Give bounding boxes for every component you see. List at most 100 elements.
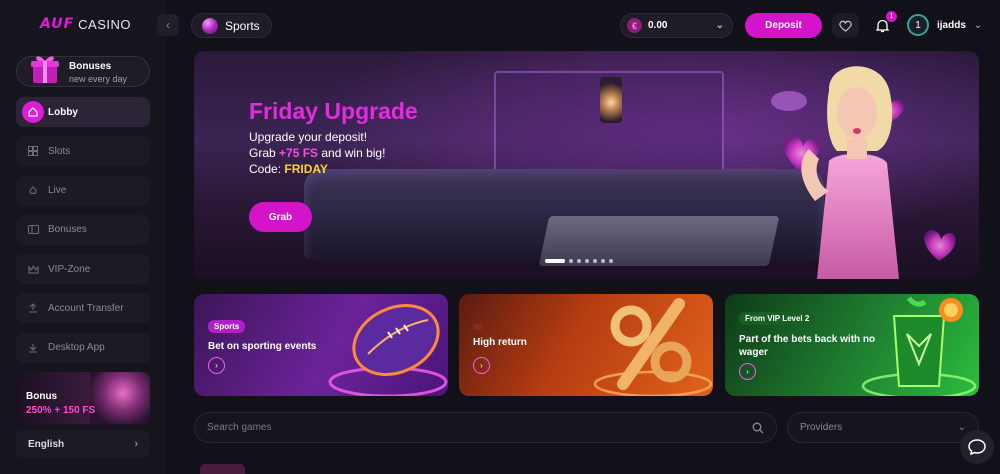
logo[interactable]: AUF CASINO [40, 16, 131, 32]
hero-line-1: Upgrade your deposit! [249, 130, 368, 144]
promo-card-cashback[interactable]: From VIP Level 2 Part of the bets back w… [725, 294, 979, 396]
hero-banner[interactable]: Friday Upgrade Upgrade your deposit! Gra… [194, 51, 979, 279]
sidebar-item-label: Slots [48, 145, 71, 157]
sidebar-item-bonuses[interactable]: Bonuses [16, 214, 150, 245]
sidebar-nav: Lobby Slots Live Bonuses VIP-Zone Accoun… [16, 97, 150, 372]
notifications-badge: 1 [886, 11, 897, 22]
sports-button[interactable]: Sports [191, 13, 272, 38]
username: ijadds [937, 19, 966, 31]
hero-line-2: Grab +75 FS and win big! [249, 145, 385, 161]
chevron-left-icon: ‹ [166, 18, 170, 32]
sports-label: Sports [225, 18, 260, 33]
sports-ball-icon [202, 17, 218, 34]
arrow-right-icon[interactable]: › [739, 363, 756, 380]
sidebar-promo-banner[interactable]: Bonus 250% + 150 FS [16, 372, 150, 424]
hero-character-image [771, 66, 956, 279]
bonuses-card-subtitle: new every day [69, 74, 128, 84]
crown-icon [22, 258, 44, 280]
sidebar-item-label: VIP-Zone [48, 263, 91, 275]
sidebar-item-desktop-app[interactable]: Desktop App [16, 332, 150, 363]
sidebar-item-slots[interactable]: Slots [16, 136, 150, 167]
card-tag: From VIP Level 2 [739, 312, 816, 325]
card-title: Part of the bets back with no wager [739, 334, 876, 358]
sidebar-item-label: Lobby [48, 106, 78, 118]
logo-casino-text: CASINO [78, 16, 131, 32]
user-menu[interactable]: 1 ijadds ⌄ [907, 14, 982, 36]
promo-character-image [90, 372, 150, 424]
hero-title: Friday Upgrade [249, 98, 418, 124]
bonuses-card[interactable]: Bonuses new every day [16, 56, 150, 87]
favorites-button[interactable] [832, 13, 859, 38]
hero-code-prefix: Code: [249, 162, 285, 176]
notifications-button[interactable]: 1 [872, 11, 897, 38]
deposit-button[interactable]: Deposit [745, 13, 822, 38]
sidebar-item-account-transfer[interactable]: Account Transfer [16, 293, 150, 324]
promo-line-2: 250% + 150 FS [26, 405, 96, 416]
hero-free-spins-highlight: +75 FS [279, 146, 319, 160]
football-image [328, 304, 448, 396]
chevron-down-icon: ⌄ [957, 422, 966, 433]
carousel-dots [545, 259, 613, 263]
logo-mark: AUF [40, 16, 75, 32]
card-title: Bet on sporting events [208, 341, 317, 352]
support-chat-button[interactable] [960, 430, 994, 464]
carousel-dot[interactable] [585, 259, 589, 263]
chevron-down-icon: ⌄ [973, 19, 983, 31]
sidebar-item-live[interactable]: Live [16, 175, 150, 206]
card-tag: Sports [208, 320, 246, 333]
grid-icon [22, 140, 44, 162]
chevron-right-icon: › [134, 438, 138, 450]
language-label: English [28, 438, 65, 450]
search-games-field[interactable] [194, 412, 777, 443]
search-icon[interactable] [752, 422, 764, 434]
sidebar-item-lobby[interactable]: Lobby [16, 97, 150, 127]
sidebar: AUF CASINO Bonuses new every day Lobby S… [0, 0, 166, 474]
arrow-right-icon[interactable]: › [208, 357, 225, 374]
promo-line-1: Bonus [26, 391, 58, 402]
heart-icon [839, 20, 852, 32]
bonuses-card-title: Bonuses [69, 61, 112, 72]
bell-icon [875, 19, 889, 32]
hero-line-3: Code: FRIDAY [249, 161, 385, 177]
collapse-sidebar-button[interactable]: ‹ [157, 14, 179, 36]
home-icon [22, 101, 44, 123]
euro-icon: € [627, 18, 642, 33]
hero-description: Upgrade your deposit! Grab +75 FS and wi… [249, 129, 385, 177]
sidebar-item-vip-zone[interactable]: VIP-Zone [16, 254, 150, 285]
sidebar-item-label: Bonuses [48, 224, 87, 236]
chevron-down-icon: ⌄ [715, 20, 724, 31]
user-level-badge: 1 [907, 14, 929, 36]
providers-dropdown[interactable]: Providers ⌄ [787, 412, 979, 443]
grab-button[interactable]: Grab [249, 202, 312, 232]
ticket-icon [22, 219, 44, 241]
hero-lamp-image [600, 77, 622, 123]
arrow-right-icon[interactable]: › [473, 357, 490, 374]
carousel-dot[interactable] [593, 259, 597, 263]
carousel-dot[interactable] [601, 259, 605, 263]
sidebar-item-label: Account Transfer [48, 302, 124, 314]
providers-label: Providers [800, 422, 843, 433]
balance-amount: 0.00 [648, 20, 668, 31]
card-title: High return [473, 337, 527, 348]
carousel-dot[interactable] [609, 259, 613, 263]
percent-image [593, 298, 713, 396]
sidebar-item-label: Desktop App [48, 342, 105, 354]
carousel-dot[interactable] [577, 259, 581, 263]
balance-dropdown[interactable]: € 0.00 ⌄ [620, 13, 733, 38]
hero-promo-code: FRIDAY [284, 162, 328, 176]
card-tag [473, 324, 483, 330]
gift-icon [31, 56, 59, 83]
promo-card-sports[interactable]: Sports Bet on sporting events › [194, 294, 448, 396]
promo-card-high-return[interactable]: High return › [459, 294, 713, 396]
carousel-dot[interactable] [569, 259, 573, 263]
language-selector[interactable]: English › [16, 430, 150, 458]
category-tab-partial[interactable] [200, 464, 245, 474]
hero-line-2-prefix: Grab [249, 146, 280, 160]
hero-line-2-suffix: and win big! [318, 146, 386, 160]
search-input[interactable] [207, 422, 752, 433]
sidebar-item-label: Live [48, 185, 67, 197]
spade-icon [22, 180, 44, 202]
carousel-dot[interactable] [545, 259, 565, 263]
app: AUF CASINO Bonuses new every day Lobby S… [0, 0, 1000, 474]
chat-icon [968, 439, 986, 455]
